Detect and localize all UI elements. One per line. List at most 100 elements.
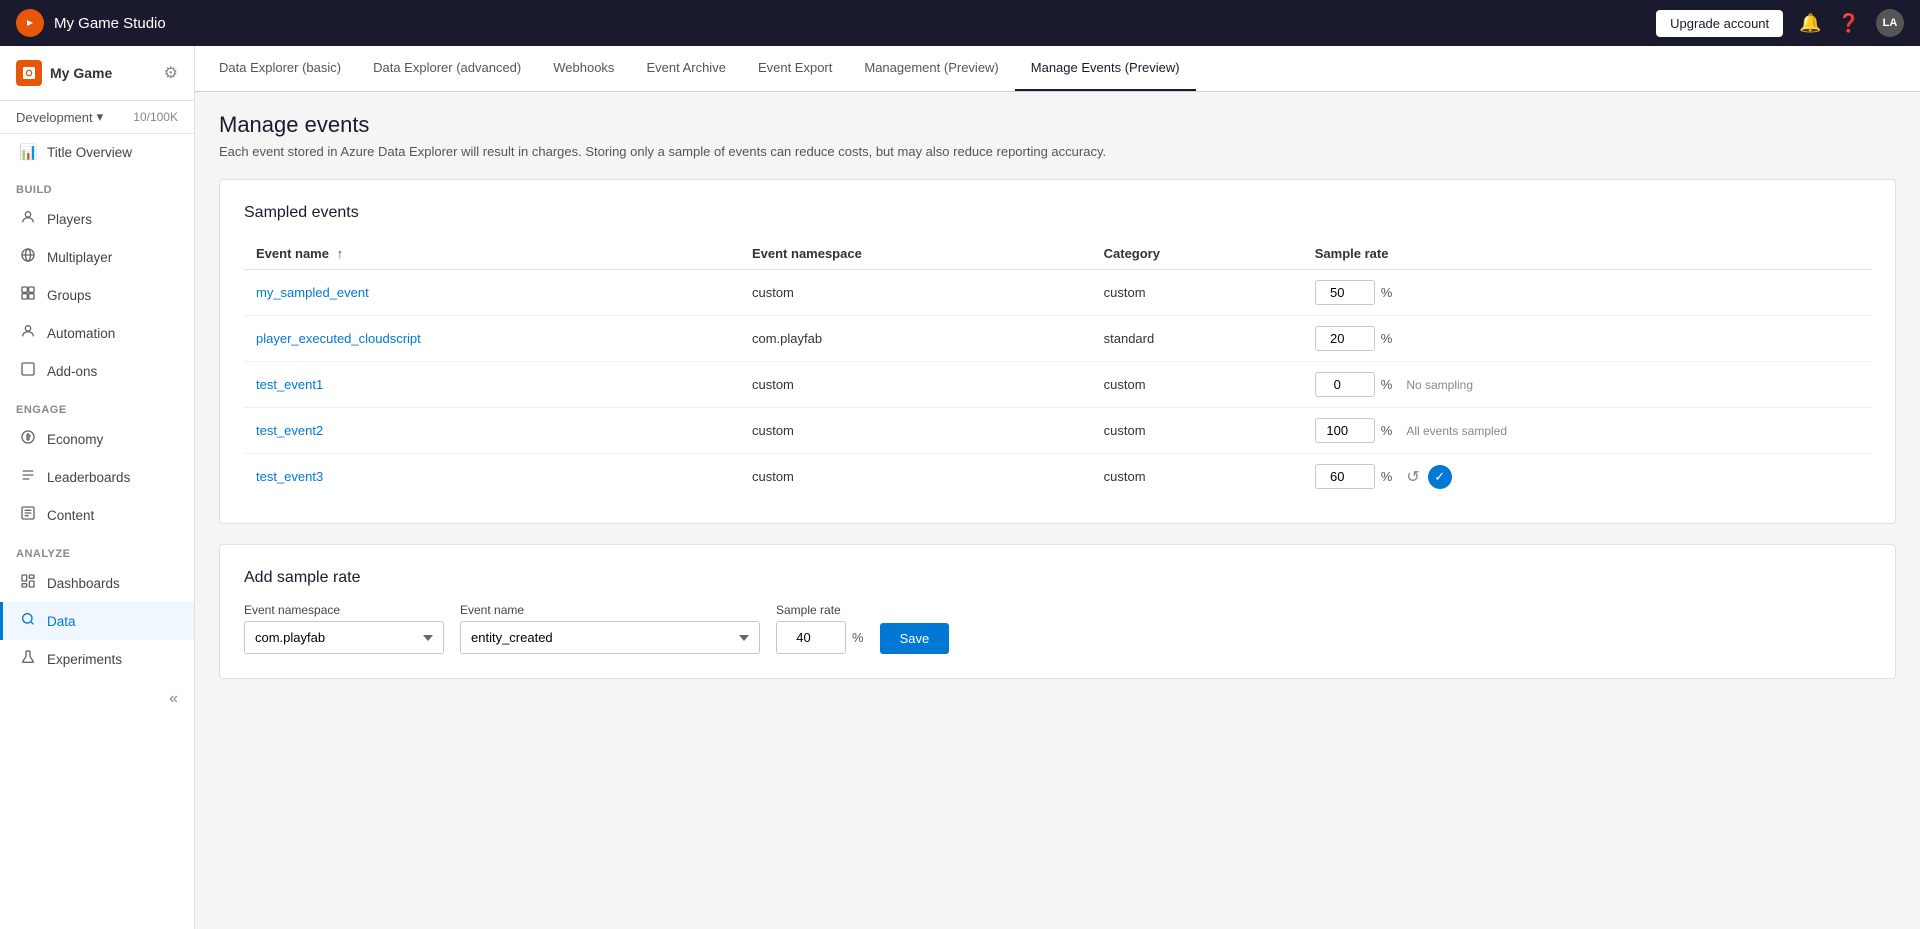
leaderboards-icon [19,467,37,487]
sample-rate-cell: % No sampling [1303,362,1871,408]
sidebar-item-add-ons[interactable]: Add-ons [0,352,194,390]
sidebar-item-leaderboards[interactable]: Leaderboards [0,458,194,496]
data-label: Data [47,614,76,629]
sampled-events-card: Sampled events Event name ↑ Event namesp… [219,179,1896,524]
category-cell: standard [1092,316,1303,362]
sample-rate-cell: % All events sampled [1303,408,1871,454]
sample-rate-input[interactable] [1315,372,1375,397]
event-name-link[interactable]: test_event1 [256,377,323,392]
top-bar: My Game Studio Upgrade account 🔔 ❓ LA [0,0,1920,46]
add-sample-rate-card: Add sample rate Event namespace com.play… [219,544,1896,679]
sample-rate-cell: % [1303,316,1871,362]
avatar[interactable]: LA [1876,9,1904,37]
sample-rate-cell: % [1303,270,1871,316]
event-namespace-label: Event namespace [244,603,444,617]
top-bar-right: Upgrade account 🔔 ❓ LA [1656,9,1904,37]
settings-icon[interactable]: ⚙ [164,63,178,83]
event-name-cell: player_executed_cloudscript [244,316,740,362]
app-name-container: My Game [16,60,112,86]
table-header: Event name ↑ Event namespace Category Sa… [244,238,1871,270]
tab-data-explorer-advanced[interactable]: Data Explorer (advanced) [357,46,537,91]
sidebar-environment: Development ▾ 10/100K [0,101,194,134]
environment-quota: 10/100K [133,110,178,124]
col-sample-rate: Sample rate [1303,238,1871,270]
sample-rate-form-input[interactable] [776,621,846,654]
sidebar-collapse[interactable]: « [0,678,194,720]
sidebar-item-dashboards[interactable]: Dashboards [0,564,194,602]
sample-rate-form-group: Sample rate % [776,603,864,654]
add-sample-rate-title: Add sample rate [244,569,1871,587]
col-event-name: Event name ↑ [244,238,740,270]
table-row: test_event3 custom custom % ↺ ✓ [244,454,1871,500]
sample-rate-input[interactable] [1315,326,1375,351]
sidebar-item-economy[interactable]: Economy [0,420,194,458]
economy-label: Economy [47,432,103,447]
save-button[interactable]: Save [880,623,950,654]
event-name-label: Event name [460,603,760,617]
upgrade-button[interactable]: Upgrade account [1656,10,1783,37]
dashboards-icon [19,573,37,593]
reset-icon[interactable]: ↺ [1406,467,1419,487]
studio-logo-icon [16,9,44,37]
chevron-down-icon: ▾ [97,109,104,125]
event-name-link[interactable]: player_executed_cloudscript [256,331,421,346]
tab-event-export[interactable]: Event Export [742,46,848,91]
sidebar-item-data[interactable]: Data [0,602,194,640]
event-namespace-cell: custom [740,454,1092,500]
tab-webhooks[interactable]: Webhooks [537,46,630,91]
sample-rate-cell: % ↺ ✓ [1303,454,1871,500]
content-label: Content [47,508,94,523]
automation-icon [19,323,37,343]
category-cell: custom [1092,408,1303,454]
event-namespace-cell: custom [740,408,1092,454]
sidebar-header: My Game ⚙ [0,46,194,101]
tab-manage-events-preview[interactable]: Manage Events (Preview) [1015,46,1196,91]
sampling-note: All events sampled [1406,424,1507,438]
add-sample-rate-form: Event namespace com.playfab custom Event… [244,603,1871,654]
automation-label: Automation [47,326,115,341]
help-icon[interactable]: ❓ [1838,13,1860,34]
confirm-icon[interactable]: ✓ [1428,465,1452,489]
sample-rate-input[interactable] [1315,464,1375,489]
sidebar-item-title-overview[interactable]: 📊 Title Overview [0,134,194,170]
data-icon [19,611,37,631]
sidebar-item-players[interactable]: Players [0,200,194,238]
sample-rate-input[interactable] [1315,418,1375,443]
event-name-cell: test_event1 [244,362,740,408]
collapse-icon[interactable]: « [169,690,178,708]
players-label: Players [47,212,92,227]
sidebar-item-experiments[interactable]: Experiments [0,640,194,678]
event-name-select[interactable]: entity_created player_logged_in my_sampl… [460,621,760,654]
event-namespace-select[interactable]: com.playfab custom [244,621,444,654]
tab-data-explorer-basic[interactable]: Data Explorer (basic) [203,46,357,91]
percent-label: % [1381,331,1393,346]
tab-event-archive[interactable]: Event Archive [630,46,742,91]
event-name-cell: test_event2 [244,408,740,454]
sample-rate-input[interactable] [1315,280,1375,305]
app-title: My Game [50,65,112,81]
event-name-link[interactable]: test_event3 [256,469,323,484]
page-subtitle: Each event stored in Azure Data Explorer… [219,144,1896,159]
table-row: test_event1 custom custom % No sampling [244,362,1871,408]
table-body: my_sampled_event custom custom % [244,270,1871,500]
tab-management-preview[interactable]: Management (Preview) [848,46,1014,91]
event-name-link[interactable]: test_event2 [256,423,323,438]
content-area: Data Explorer (basic) Data Explorer (adv… [195,46,1920,929]
sidebar-item-multiplayer[interactable]: Multiplayer [0,238,194,276]
table-row: player_executed_cloudscript com.playfab … [244,316,1871,362]
sort-icon: ↑ [337,246,344,261]
sidebar-item-automation[interactable]: Automation [0,314,194,352]
percent-label: % [1381,377,1393,392]
environment-label[interactable]: Development ▾ [16,109,103,125]
notifications-icon[interactable]: 🔔 [1799,13,1821,34]
sidebar-item-groups[interactable]: Groups [0,276,194,314]
dashboards-label: Dashboards [47,576,120,591]
event-name-link[interactable]: my_sampled_event [256,285,369,300]
sidebar-item-content[interactable]: Content [0,496,194,534]
percent-label: % [1381,285,1393,300]
category-cell: custom [1092,454,1303,500]
col-event-namespace: Event namespace [740,238,1092,270]
section-label-engage: ENGAGE [0,390,194,420]
percent-label: % [1381,469,1393,484]
table-row: my_sampled_event custom custom % [244,270,1871,316]
